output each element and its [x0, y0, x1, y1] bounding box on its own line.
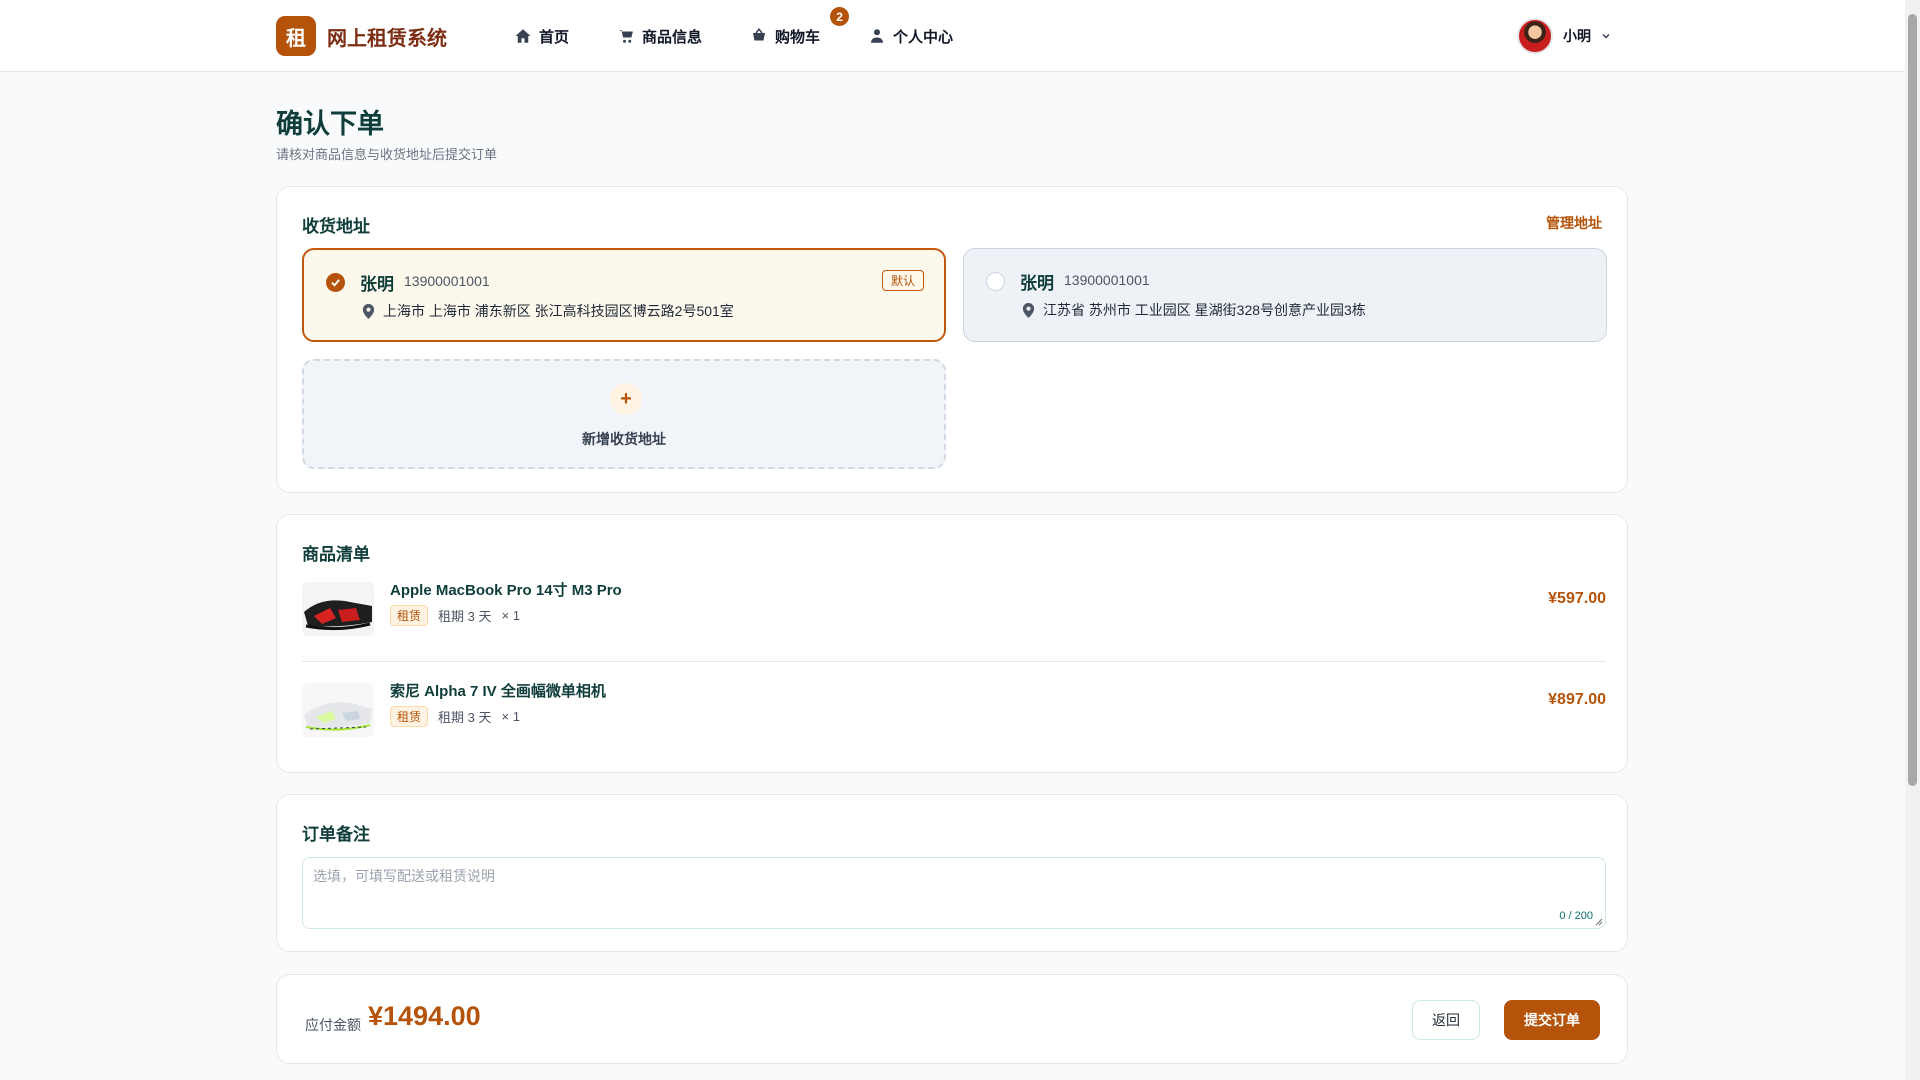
address-detail: 上海市 上海市 浦东新区 张江高科技园区博云路2号501室 — [383, 303, 734, 319]
page-title: 确认下单 — [276, 109, 384, 139]
manage-address-link[interactable]: 管理地址 — [1546, 213, 1602, 233]
rent-tag: 租赁 — [390, 605, 429, 626]
default-badge: 默认 — [881, 270, 924, 291]
nav-cart-label: 购物车 — [775, 28, 821, 46]
address-option-2[interactable]: 张明 13900001001 江苏省 苏州市 工业园区 星湖街328号创意产业园… — [963, 248, 1607, 342]
goods-item: 索尼 Alpha 7 IV 全画幅微单相机 租赁 租期 3 天 × 1 ¥897… — [302, 663, 1606, 763]
main-nav: 首页 商品信息 购物车 2 个人中心 — [514, 7, 1001, 50]
rent-tag: 租赁 — [390, 706, 429, 727]
product-meta: 租赁 租期 3 天 × 1 — [390, 706, 520, 727]
check-icon — [331, 279, 340, 287]
basket-icon — [753, 28, 766, 41]
remark-textarea[interactable]: 选填，可填写配送或租赁说明 0 / 200 — [302, 857, 1606, 929]
cart-icon — [619, 30, 633, 43]
product-thumbnail[interactable] — [302, 683, 374, 737]
address-option-default[interactable]: 张明 13900001001 默认 上海市 上海市 浦东新区 张江高科技园区博云… — [302, 248, 946, 342]
home-icon — [515, 29, 531, 43]
scrollbar-thumb[interactable] — [1908, 14, 1917, 786]
location-pin-icon — [1022, 302, 1035, 318]
logo: 租 — [276, 16, 316, 56]
brand[interactable]: 租 网上租赁系统 — [276, 16, 447, 56]
product-meta: 租赁 租期 3 天 × 1 — [390, 605, 520, 626]
address-detail-row: 江苏省 苏州市 工业园区 星湖街328号创意产业园3栋 — [1022, 300, 1366, 320]
product-qty: × 1 — [501, 709, 520, 724]
chevron-down-icon — [1602, 33, 1610, 39]
address-detail: 江苏省 苏州市 工业园区 星湖街328号创意产业园3栋 — [1043, 302, 1366, 318]
goods-item: Apple MacBook Pro 14寸 M3 Pro 租赁 租期 3 天 ×… — [302, 562, 1606, 662]
product-image — [302, 582, 374, 636]
cart-count-badge: 2 — [830, 7, 850, 26]
rent-period: 租期 3 天 — [438, 609, 492, 624]
add-address-label: 新增收货地址 — [582, 431, 666, 447]
product-qty: × 1 — [501, 608, 520, 623]
address-phone: 13900001001 — [1064, 272, 1150, 288]
nav-profile[interactable]: 个人中心 — [868, 22, 953, 50]
remark-placeholder: 选填，可填写配送或租赁说明 — [313, 868, 495, 884]
rent-period: 租期 3 天 — [438, 710, 492, 725]
total-amount: ¥1494.00 — [368, 1001, 481, 1031]
user-icon — [871, 29, 884, 43]
top-navbar: 租 网上租赁系统 首页 商品信息 购物车 2 个人中心 小明 — [0, 0, 1905, 72]
product-price: ¥597.00 — [1548, 590, 1606, 607]
radio-checked[interactable] — [326, 273, 345, 292]
address-phone: 13900001001 — [404, 273, 490, 289]
nav-products[interactable]: 商品信息 — [617, 22, 702, 50]
remark-section-title: 订单备注 — [302, 825, 370, 844]
resize-grip-icon[interactable] — [1595, 918, 1603, 926]
location-pin-icon — [362, 303, 375, 319]
total-label: 应付金额 — [305, 1017, 361, 1033]
nav-profile-label: 个人中心 — [893, 28, 954, 46]
remark-card: 订单备注 选填，可填写配送或租赁说明 0 / 200 — [276, 794, 1628, 952]
checkout-bar: 应付金额 ¥1494.00 返回 提交订单 — [276, 974, 1628, 1064]
char-counter: 0 / 200 — [1559, 910, 1593, 922]
address-detail-row: 上海市 上海市 浦东新区 张江高科技园区博云路2号501室 — [362, 301, 734, 321]
submit-order-button[interactable]: 提交订单 — [1504, 1000, 1600, 1040]
address-section-title: 收货地址 — [302, 217, 370, 236]
nav-home[interactable]: 首页 — [514, 22, 569, 50]
product-name[interactable]: 索尼 Alpha 7 IV 全画幅微单相机 — [390, 680, 606, 701]
address-name: 张明 — [360, 275, 394, 294]
plus-icon: + — [610, 383, 642, 415]
product-price: ¥897.00 — [1548, 691, 1606, 708]
nav-home-label: 首页 — [539, 28, 570, 46]
brand-name: 网上租赁系统 — [327, 27, 447, 50]
avatar — [1517, 18, 1553, 54]
add-address-button[interactable]: + 新增收货地址 — [302, 359, 946, 469]
nav-products-label: 商品信息 — [642, 28, 703, 46]
back-button[interactable]: 返回 — [1412, 1000, 1480, 1040]
product-thumbnail[interactable] — [302, 582, 374, 636]
user-menu[interactable]: 小明 — [1517, 18, 1611, 54]
product-name[interactable]: Apple MacBook Pro 14寸 M3 Pro — [390, 579, 622, 600]
page-subtitle: 请核对商品信息与收货地址后提交订单 — [276, 147, 498, 162]
nav-cart[interactable]: 购物车 2 — [750, 7, 850, 50]
user-name: 小明 — [1563, 28, 1591, 44]
address-card: 收货地址 管理地址 张明 13900001001 默认 上海市 上海市 浦东新区… — [276, 186, 1628, 493]
goods-card: 商品清单 Apple MacBook Pro 14寸 M3 Pro 租赁 租期 … — [276, 514, 1628, 773]
product-image — [302, 683, 374, 737]
radio-unchecked[interactable] — [986, 272, 1005, 291]
address-name: 张明 — [1020, 274, 1054, 293]
